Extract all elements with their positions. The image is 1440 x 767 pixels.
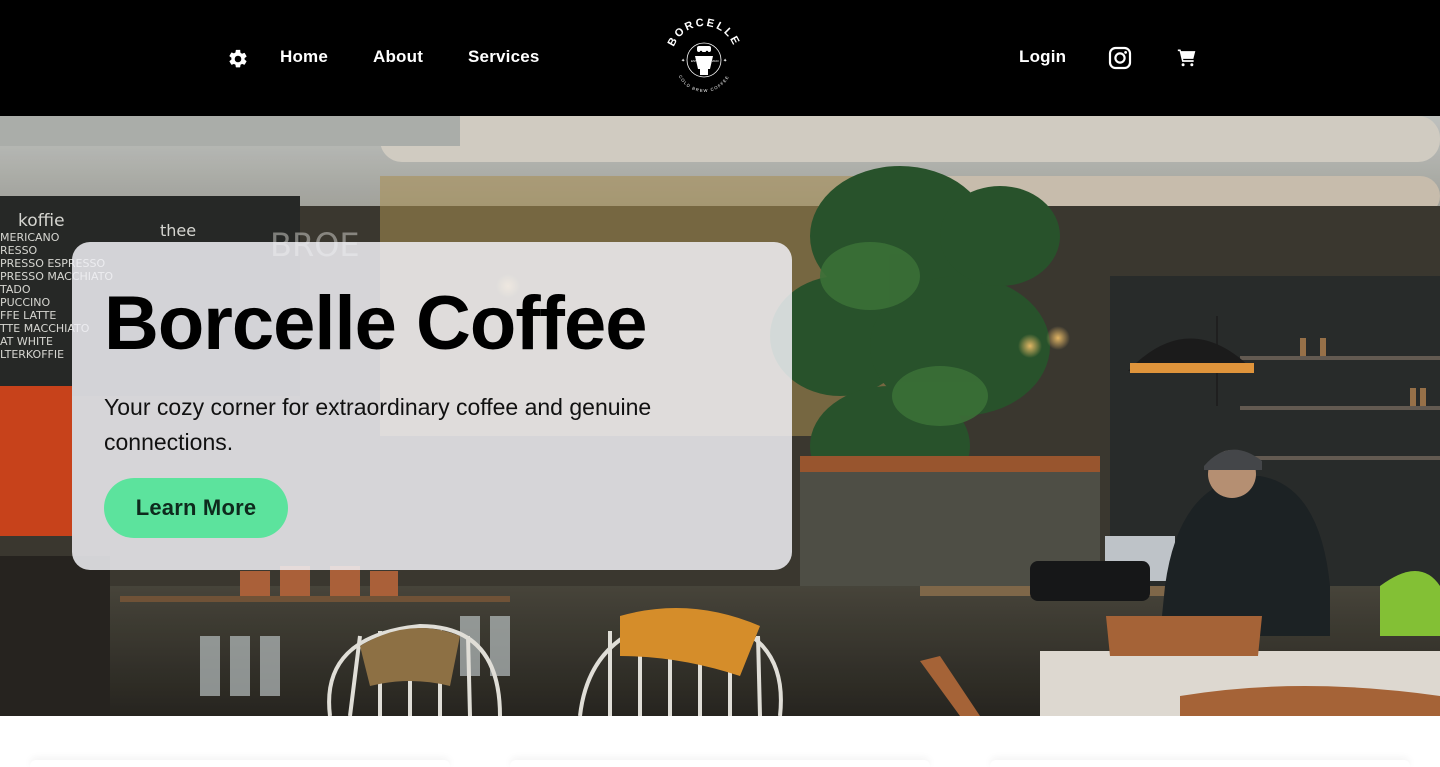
nav-link-home[interactable]: Home	[280, 47, 328, 67]
svg-text:✦: ✦	[681, 58, 685, 64]
gear-icon[interactable]	[227, 48, 249, 70]
hero-section: koffie MERICANO RESSO PRESSO ESPRESSO PR…	[0, 116, 1440, 716]
nav-link-services[interactable]: Services	[468, 47, 540, 67]
hero-subtitle: Your cozy corner for extraordinary coffe…	[104, 394, 652, 455]
instagram-icon[interactable]	[1108, 46, 1132, 70]
hero-title: Borcelle Coffee	[104, 281, 647, 366]
content-card	[510, 760, 930, 767]
svg-text:2023: 2023	[712, 59, 719, 63]
content-card	[990, 760, 1410, 767]
learn-more-button[interactable]: Learn More	[104, 478, 288, 538]
svg-text:ESTD: ESTD	[691, 59, 700, 63]
navbar: Home About Services BORCELLE COLD BREW C…	[0, 0, 1440, 116]
nav-link-login[interactable]: Login	[1019, 47, 1066, 67]
cart-icon[interactable]	[1177, 47, 1197, 67]
svg-text:✦: ✦	[723, 58, 727, 64]
nav-link-about[interactable]: About	[373, 47, 423, 67]
content-section	[0, 716, 1440, 767]
content-card	[30, 760, 450, 767]
hero-card: Borcelle Coffee Your cozy corner for ext…	[72, 242, 792, 570]
borcelle-logo[interactable]: BORCELLE COLD BREW COFFEE ESTD 2023 ✦ ✦	[660, 12, 748, 100]
svg-text:BORCELLE: BORCELLE	[666, 17, 743, 49]
